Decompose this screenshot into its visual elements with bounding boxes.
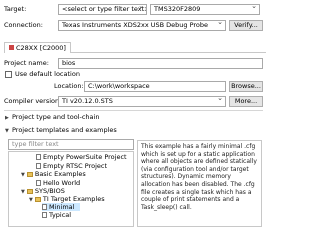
tree-item[interactable]: Hello World [36,179,80,187]
tab-label: C28XX [C2000] [16,44,66,52]
document-icon [42,204,47,210]
chevron-down-icon[interactable]: ▼ [5,127,9,135]
compiler-version-combo[interactable]: TI v20.12.0.STS [58,96,226,107]
verify-button[interactable]: Verify... [229,20,263,31]
toolchain-section-header[interactable]: Project type and tool-chain [12,112,99,123]
template-description: This example has a fairly minimal .cfg w… [137,140,262,227]
document-icon [42,212,47,218]
tab-c28xx[interactable]: C28XX [C2000] [4,42,71,53]
chevron-down-icon[interactable]: ▼ [21,172,25,178]
document-icon [36,154,41,160]
separator [4,110,263,111]
location-label: Location: [54,82,84,90]
location-field[interactable]: C:\work\workspace [84,81,226,92]
target-device-combo[interactable]: TMS320F2809 [150,4,260,15]
chevron-down-icon[interactable]: ▼ [29,197,33,203]
project-name-label: Project name: [4,59,49,67]
more-button[interactable]: More... [229,96,263,107]
tree-item[interactable]: ▼ TI Target Examples [29,195,105,203]
tree-item[interactable]: ▼ SYS/BIOS [21,187,65,195]
templates-section-header[interactable]: Project templates and examples [12,125,117,136]
tree-item-selected[interactable]: Minimal [42,203,80,211]
default-location-checkbox[interactable] [5,71,12,78]
tree-item[interactable]: Empty RTSC Project [36,162,107,170]
tree-item[interactable]: Empty PowerSuite Project [36,153,127,161]
connection-combo[interactable]: Texas Instruments XDS2xx USB Debug Probe [58,20,226,31]
collapse-right-icon[interactable]: ▶ [5,114,9,122]
document-icon [36,163,41,169]
connection-label: Connection: [4,21,43,29]
tree-item[interactable]: Typical [42,211,71,219]
folder-icon [34,197,41,202]
compiler-version-label: Compiler version: [4,97,62,105]
tab-icon [9,45,14,50]
device-tabstrip: C28XX [C2000] [4,42,266,53]
folder-icon [26,189,33,194]
target-label: Target: [4,5,27,13]
template-filter-input[interactable]: type filter text [8,139,134,150]
folder-icon [26,172,33,177]
browse-button[interactable]: Browse... [229,81,263,92]
tree-item[interactable]: ▼ Basic Examples [21,170,86,178]
project-name-field[interactable]: bios [58,58,263,69]
target-filter-combo[interactable]: <select or type filter text> [58,4,147,15]
default-location-label: Use default location [15,70,80,78]
chevron-down-icon[interactable]: ▼ [21,189,25,195]
document-icon [36,180,41,186]
